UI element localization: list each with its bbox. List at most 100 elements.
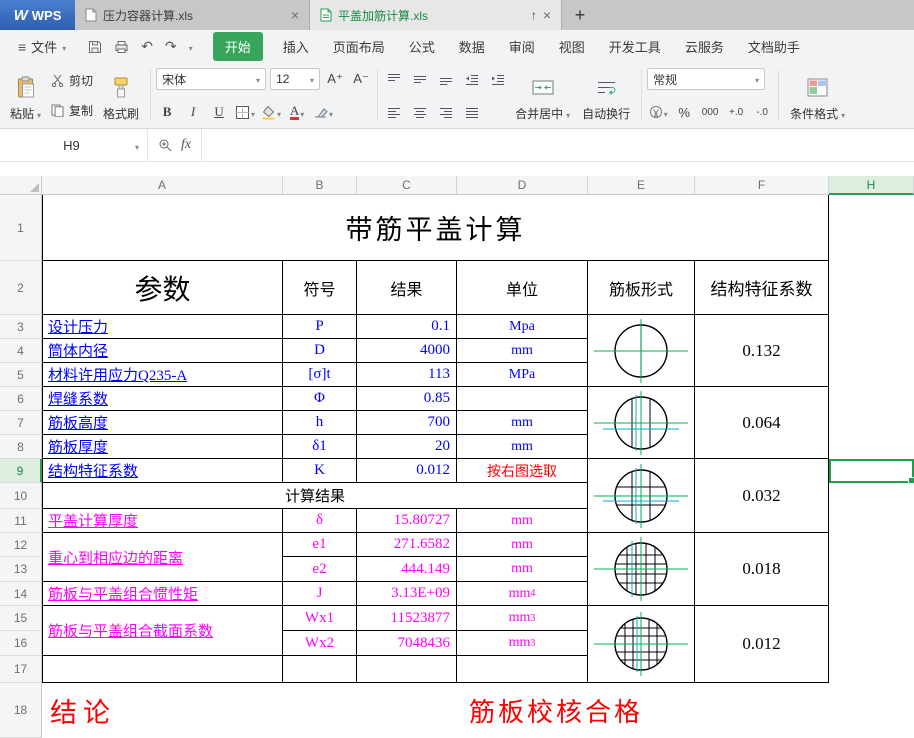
bold-button[interactable]: B [156,101,178,123]
cell-A3[interactable]: 设计压力 [42,315,283,339]
increase-font-button[interactable]: A⁺ [324,68,346,90]
row-header-14[interactable]: 14 [0,582,42,606]
align-right-button[interactable] [435,101,457,123]
cell-C2[interactable]: 结果 [357,261,457,315]
wrap-text-button[interactable]: 自动换行 [576,66,636,125]
col-header-B[interactable]: B [283,176,357,195]
select-all-corner[interactable] [0,176,42,195]
cell-F2[interactable]: 结构特征系数 [695,261,829,315]
row-header-16[interactable]: 16 [0,631,42,656]
borders-button[interactable] [234,101,256,123]
cell-C9[interactable]: 0.012 [357,459,457,483]
magnifier-icon[interactable] [158,138,172,152]
cell-B5[interactable]: [σ]t [283,363,357,387]
print-icon[interactable] [114,40,129,54]
cell-B13[interactable]: e2 [283,557,357,582]
cell-B11[interactable]: δ [283,509,357,533]
paste-button[interactable]: 粘贴 [4,66,47,125]
cell-D8[interactable]: mm [457,435,588,459]
chevron-down-icon[interactable] [189,39,193,54]
cell-B4[interactable]: D [283,339,357,363]
cell-B9[interactable]: K [283,459,357,483]
insert-function-button[interactable]: fx [181,137,191,153]
tab-doc-assistant[interactable]: 文档助手 [736,32,812,61]
row-header-13[interactable]: 13 [0,557,42,582]
cell-B14[interactable]: J [283,582,357,606]
cell-B7[interactable]: h [283,411,357,435]
row-header-10[interactable]: 10 [0,483,42,509]
cell-A2[interactable]: 参数 [42,261,283,315]
fill-color-button[interactable] [260,101,282,123]
align-middle-button[interactable] [409,68,431,90]
underline-button[interactable]: U [208,101,230,123]
cell-D2[interactable]: 单位 [457,261,588,315]
cell-B12[interactable]: e1 [283,533,357,557]
tab-close-icon[interactable] [291,7,299,23]
align-top-button[interactable] [383,68,405,90]
currency-format-button[interactable] [647,101,669,123]
cell-C11[interactable]: 15.80727 [357,509,457,533]
cell-D16[interactable]: mm 3 [457,631,588,656]
col-header-E[interactable]: E [588,176,695,195]
cell-rib-form-5[interactable] [588,606,695,683]
cell-coefficient-2[interactable]: 0.064 [695,387,829,459]
comma-style-button[interactable]: 000 [699,101,721,123]
italic-button[interactable]: I [182,101,204,123]
cell-B3[interactable]: P [283,315,357,339]
cell-C12[interactable]: 271.6582 [357,533,457,557]
save-icon[interactable] [88,40,102,54]
redo-icon[interactable] [165,38,177,55]
col-header-H[interactable]: H [829,176,914,195]
cell-rib-form-1[interactable] [588,315,695,387]
cell-C14[interactable]: 3.13E+09 [357,582,457,606]
cell-A14[interactable]: 筋板与平盖组合惯性矩 [42,582,283,606]
row-header-18[interactable]: 18 [0,683,42,738]
cell-C4[interactable]: 4000 [357,339,457,363]
increase-indent-button[interactable] [487,68,509,90]
cell-C5[interactable]: 113 [357,363,457,387]
align-bottom-button[interactable] [435,68,457,90]
cell-coefficient-5[interactable]: 0.012 [695,606,829,683]
undo-icon[interactable] [141,38,153,55]
cell-D7[interactable]: mm [457,411,588,435]
cell-D11[interactable]: mm [457,509,588,533]
cell-A15-merged[interactable]: 筋板与平盖组合截面系数 [42,606,283,656]
cell-A4[interactable]: 筒体内径 [42,339,283,363]
cell-A9[interactable]: 结构特征系数 [42,459,283,483]
cell-A6[interactable]: 焊缝系数 [42,387,283,411]
cell-D3[interactable]: Mpa [457,315,588,339]
cell-B15[interactable]: Wx1 [283,606,357,631]
tab-developer[interactable]: 开发工具 [597,32,673,61]
merge-center-button[interactable]: 合并居中 [509,66,576,125]
tab-cloud[interactable]: 云服务 [673,32,736,61]
align-center-button[interactable] [409,101,431,123]
decrease-font-button[interactable]: A⁻ [350,68,372,90]
cell-D12[interactable]: mm [457,533,588,557]
row-header-12[interactable]: 12 [0,533,42,557]
tab-formulas[interactable]: 公式 [397,32,447,61]
cell-D4[interactable]: mm [457,339,588,363]
cell-D14[interactable]: mm 4 [457,582,588,606]
cell-B2[interactable]: 符号 [283,261,357,315]
cell-E2[interactable]: 筋板形式 [588,261,695,315]
cell-C16[interactable]: 7048436 [357,631,457,656]
justify-button[interactable] [461,101,483,123]
cell-coefficient-4[interactable]: 0.018 [695,533,829,606]
cell-verdict[interactable]: 筋板校核合格 [283,683,829,738]
cell-B8[interactable]: δ1 [283,435,357,459]
cell-C13[interactable]: 444.149 [357,557,457,582]
cell-A17[interactable] [42,656,283,683]
cell-rib-form-3[interactable] [588,459,695,533]
cell-D5[interactable]: MPa [457,363,588,387]
cell-B16[interactable]: Wx2 [283,631,357,656]
cell-B6[interactable]: Φ [283,387,357,411]
font-color-button[interactable]: A [286,101,308,123]
cell-C7[interactable]: 700 [357,411,457,435]
decrease-indent-button[interactable] [461,68,483,90]
cut-button[interactable]: 剪切 [47,71,97,90]
tab-close-icon-active[interactable] [543,7,551,23]
tab-view[interactable]: 视图 [547,32,597,61]
cell-rib-form-2[interactable] [588,387,695,459]
cell-C17[interactable] [357,656,457,683]
cell-D15[interactable]: mm 3 [457,606,588,631]
